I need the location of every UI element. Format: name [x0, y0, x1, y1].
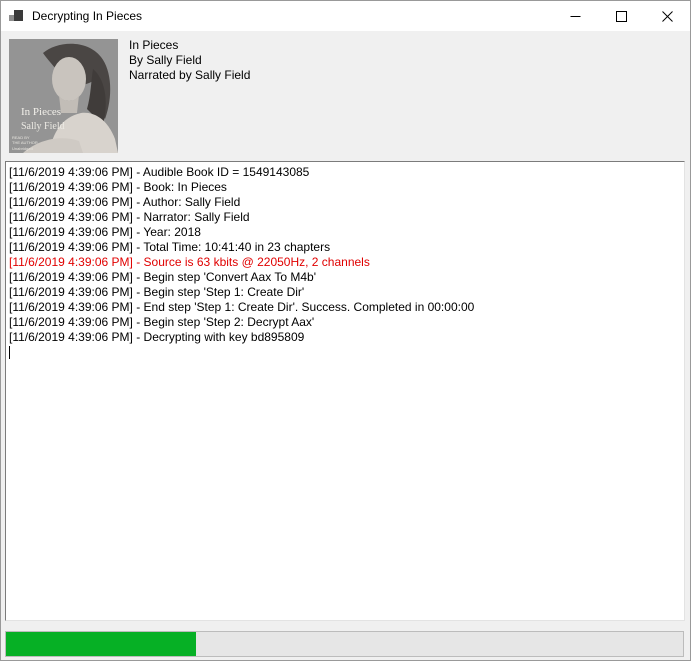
- cover-title-text: In Pieces: [21, 106, 61, 118]
- progress-bar: [5, 631, 684, 657]
- book-cover-art: In Pieces Sally Field READ BY THE AUTHOR…: [9, 39, 118, 153]
- app-icon: [9, 9, 25, 23]
- log-line: [11/6/2019 4:39:06 PM] - Year: 2018: [9, 225, 680, 240]
- title-bar: Decrypting In Pieces: [1, 1, 690, 31]
- log-line: [11/6/2019 4:39:06 PM] - Decrypting with…: [9, 330, 680, 345]
- log-line: [11/6/2019 4:39:06 PM] - Begin step 'Ste…: [9, 315, 680, 330]
- log-line: [11/6/2019 4:39:06 PM] - Begin step 'Con…: [9, 270, 680, 285]
- log-area[interactable]: [11/6/2019 4:39:06 PM] - Audible Book ID…: [5, 161, 685, 621]
- book-author: By Sally Field: [129, 53, 250, 68]
- log-line: [11/6/2019 4:39:06 PM] - Narrator: Sally…: [9, 210, 680, 225]
- app-window: Decrypting In Pieces: [0, 0, 691, 661]
- log-line: [11/6/2019 4:39:06 PM] - Book: In Pieces: [9, 180, 680, 195]
- progress-fill: [6, 632, 196, 656]
- log-line: [11/6/2019 4:39:06 PM] - Source is 63 kb…: [9, 255, 680, 270]
- log-line: [11/6/2019 4:39:06 PM] - Total Time: 10:…: [9, 240, 680, 255]
- book-title: In Pieces: [129, 38, 250, 53]
- caption-buttons: [552, 1, 690, 31]
- minimize-icon: [570, 11, 581, 22]
- book-narrator: Narrated by Sally Field: [129, 68, 250, 83]
- book-info: In Pieces By Sally Field Narrated by Sal…: [129, 38, 250, 83]
- text-caret: [9, 346, 10, 359]
- maximize-button[interactable]: [598, 1, 644, 31]
- close-button[interactable]: [644, 1, 690, 31]
- cover-credit-line2: THE AUTHOR: [12, 140, 38, 145]
- maximize-icon: [616, 11, 627, 22]
- cover-credit-line3: Unabridged: [12, 146, 33, 151]
- log-line: [11/6/2019 4:39:06 PM] - Author: Sally F…: [9, 195, 680, 210]
- minimize-button[interactable]: [552, 1, 598, 31]
- close-icon: [662, 11, 673, 22]
- cover-author-text: Sally Field: [21, 121, 65, 132]
- window-title: Decrypting In Pieces: [32, 1, 142, 31]
- log-line: [11/6/2019 4:39:06 PM] - Begin step 'Ste…: [9, 285, 680, 300]
- log-line: [11/6/2019 4:39:06 PM] - Audible Book ID…: [9, 165, 680, 180]
- log-line: [11/6/2019 4:39:06 PM] - End step 'Step …: [9, 300, 680, 315]
